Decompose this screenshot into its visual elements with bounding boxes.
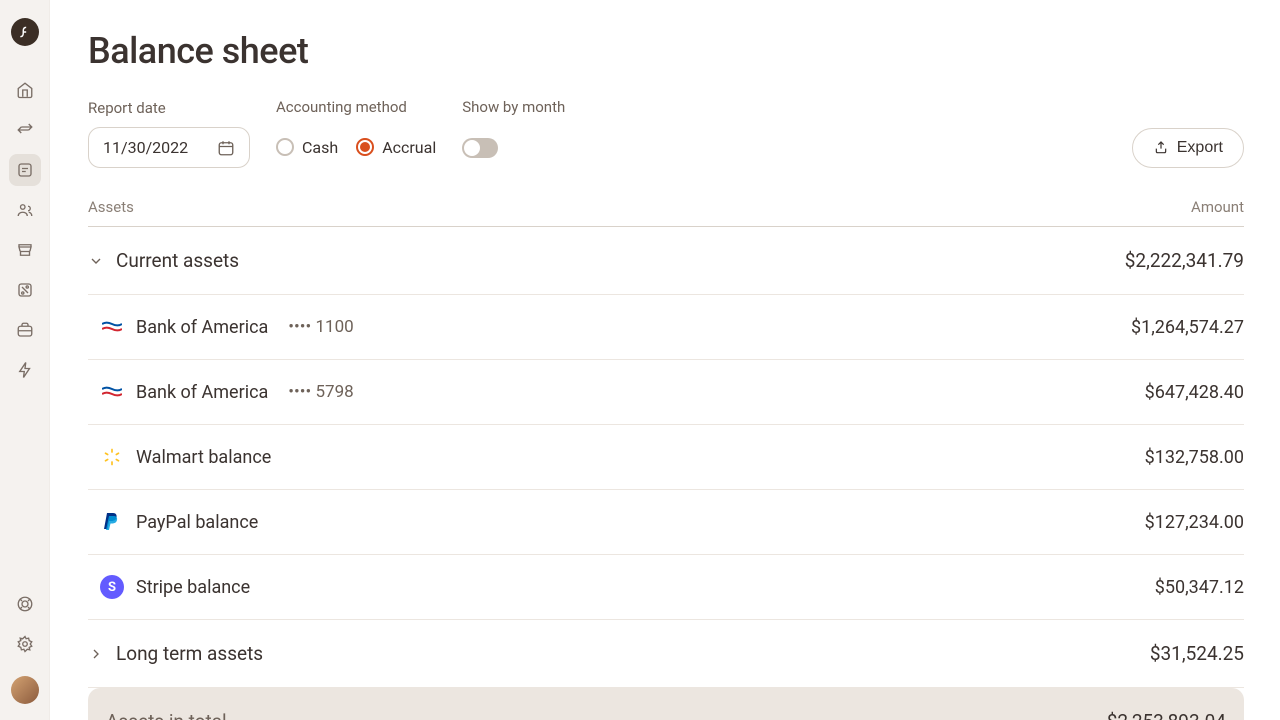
report-controls: Report date 11/30/2022 Accounting method… bbox=[88, 98, 1244, 168]
show-by-month-label: Show by month bbox=[462, 98, 565, 116]
nav-transfers[interactable] bbox=[9, 114, 41, 146]
sidebar bbox=[0, 0, 50, 720]
row-name: Assets in total bbox=[106, 710, 227, 720]
row-name: Stripe balance bbox=[136, 577, 250, 598]
row-name: Bank of America bbox=[136, 317, 268, 338]
nav-payroll[interactable] bbox=[9, 314, 41, 346]
row-current-assets[interactable]: Current assets $2,222,341.79 bbox=[88, 227, 1244, 295]
row-long-term-assets[interactable]: Long term assets $31,524.25 bbox=[88, 620, 1244, 688]
nav-settings[interactable] bbox=[9, 628, 41, 660]
main-content: Balance sheet Report date 11/30/2022 Acc… bbox=[50, 0, 1280, 720]
report-date-label: Report date bbox=[88, 99, 250, 117]
row-name: Walmart balance bbox=[136, 447, 271, 468]
nav-tax[interactable] bbox=[9, 274, 41, 306]
row-name: PayPal balance bbox=[136, 512, 258, 533]
row-amount: $647,428.40 bbox=[1145, 382, 1244, 403]
export-label: Export bbox=[1177, 139, 1223, 157]
nav-reports[interactable] bbox=[9, 154, 41, 186]
account-mask: •••• 1100 bbox=[288, 317, 353, 337]
radio-accrual[interactable]: Accrual bbox=[356, 138, 436, 157]
nav-home[interactable] bbox=[9, 74, 41, 106]
radio-accrual-label: Accrual bbox=[382, 138, 436, 157]
radio-cash-label: Cash bbox=[302, 138, 338, 157]
row-amount: $132,758.00 bbox=[1145, 447, 1244, 468]
row-boa-1100[interactable]: Bank of America •••• 1100 $1,264,574.27 bbox=[88, 295, 1244, 360]
row-boa-5798[interactable]: Bank of America •••• 5798 $647,428.40 bbox=[88, 360, 1244, 425]
row-amount: $2,222,341.79 bbox=[1125, 249, 1244, 272]
row-amount: $31,524.25 bbox=[1150, 642, 1244, 665]
table-header: Assets Amount bbox=[88, 198, 1244, 227]
row-amount: $50,347.12 bbox=[1155, 577, 1244, 598]
nav-automation[interactable] bbox=[9, 354, 41, 386]
row-name: Long term assets bbox=[116, 642, 263, 665]
row-paypal[interactable]: PayPal balance $127,234.00 bbox=[88, 490, 1244, 555]
row-amount: $127,234.00 bbox=[1145, 512, 1244, 533]
row-stripe[interactable]: S Stripe balance $50,347.12 bbox=[88, 555, 1244, 620]
row-amount: $2,253,893.04 bbox=[1107, 710, 1226, 720]
col-assets: Assets bbox=[88, 198, 134, 216]
nav-store[interactable] bbox=[9, 234, 41, 266]
walmart-icon bbox=[100, 445, 124, 469]
app-logo[interactable] bbox=[11, 18, 39, 46]
col-amount: Amount bbox=[1191, 198, 1244, 216]
row-walmart[interactable]: Walmart balance $132,758.00 bbox=[88, 425, 1244, 490]
nav-customers[interactable] bbox=[9, 194, 41, 226]
show-by-month-toggle[interactable] bbox=[462, 138, 498, 158]
bank-of-america-icon bbox=[100, 315, 124, 339]
row-name: Bank of America bbox=[136, 382, 268, 403]
user-avatar[interactable] bbox=[11, 676, 39, 704]
calendar-icon bbox=[217, 139, 235, 157]
nav-help[interactable] bbox=[9, 588, 41, 620]
export-icon bbox=[1153, 140, 1169, 156]
export-button[interactable]: Export bbox=[1132, 128, 1244, 168]
row-name: Current assets bbox=[116, 249, 239, 272]
radio-cash[interactable]: Cash bbox=[276, 138, 338, 157]
report-date-value: 11/30/2022 bbox=[103, 138, 188, 157]
stripe-icon: S bbox=[100, 575, 124, 599]
row-amount: $1,264,574.27 bbox=[1131, 317, 1244, 338]
accounting-method-label: Accounting method bbox=[276, 98, 436, 116]
row-assets-total: Assets in total $2,253,893.04 bbox=[88, 688, 1244, 720]
report-date-input[interactable]: 11/30/2022 bbox=[88, 127, 250, 168]
chevron-right-icon bbox=[88, 646, 104, 662]
page-title: Balance sheet bbox=[88, 30, 1244, 72]
account-mask: •••• 5798 bbox=[288, 382, 353, 402]
chevron-down-icon bbox=[88, 253, 104, 269]
paypal-icon bbox=[100, 510, 124, 534]
bank-of-america-icon bbox=[100, 380, 124, 404]
